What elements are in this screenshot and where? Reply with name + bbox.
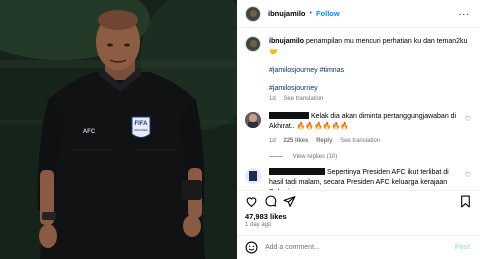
reply-button[interactable]: Reply	[316, 138, 332, 144]
comment-likes[interactable]: 225 likes	[283, 138, 308, 144]
avatar-photo-icon	[245, 112, 261, 128]
post-details-panel: ibnujamilo • Follow ... ibnujamilo penam…	[237, 0, 480, 259]
more-options-icon[interactable]: ...	[459, 8, 470, 18]
caption-username[interactable]: ibnujamilo	[269, 38, 304, 45]
post-time: 1 day ago	[245, 222, 272, 228]
badge-subtext: REFEREE	[134, 128, 147, 132]
comment-avatar[interactable]	[245, 168, 261, 184]
header-username[interactable]: ibnujamilo	[268, 9, 306, 18]
action-bar	[237, 190, 480, 212]
separator-dot: •	[309, 10, 312, 17]
comment-input[interactable]: Add a comment...	[265, 244, 320, 251]
badge-text: FIFA	[135, 121, 149, 127]
referee-photo: FIFA REFEREE AFC	[0, 0, 237, 259]
redacted-username	[269, 112, 309, 119]
caption-hashtag[interactable]: #jamilosjourney	[269, 83, 469, 94]
add-comment-bar: Add a comment... Post	[237, 235, 480, 259]
comments-scroll-area[interactable]: ibnujamilo penampilan mu mencuri perhati…	[237, 28, 480, 190]
comment-icon[interactable]	[264, 195, 277, 208]
follow-button[interactable]: Follow	[316, 9, 340, 18]
share-icon[interactable]	[283, 195, 296, 208]
avatar[interactable]	[245, 5, 261, 22]
comment-avatar[interactable]	[245, 112, 261, 128]
fifa-badge: FIFA REFEREE	[131, 116, 151, 138]
afc-crest: AFC	[83, 129, 96, 135]
caption-time: 1d	[269, 96, 276, 102]
replies-line	[269, 155, 283, 157]
bookmark-icon[interactable]	[459, 195, 472, 208]
likes-count[interactable]: 47,983 likes	[245, 212, 287, 221]
heart-icon[interactable]	[245, 195, 258, 208]
comment-time: 1d	[269, 138, 276, 144]
post-comment-button[interactable]: Post	[455, 244, 470, 251]
emoji-icon[interactable]	[245, 241, 258, 254]
redacted-username	[269, 168, 325, 175]
caption-avatar[interactable]	[245, 36, 261, 52]
caption-hashtags[interactable]: #jamilosjourney #timnas	[269, 65, 469, 76]
avatar-photo-icon	[245, 168, 261, 184]
view-replies-button[interactable]: View replies (10)	[293, 154, 338, 160]
like-comment-icon[interactable]: ♡	[465, 171, 471, 179]
post-image[interactable]: FIFA REFEREE AFC	[0, 0, 237, 259]
like-comment-icon[interactable]: ♡	[465, 115, 471, 123]
post-header: ibnujamilo • Follow ...	[237, 0, 480, 28]
caption-see-translation[interactable]: See translation	[283, 96, 323, 102]
comment-see-translation[interactable]: See translation	[340, 138, 380, 144]
